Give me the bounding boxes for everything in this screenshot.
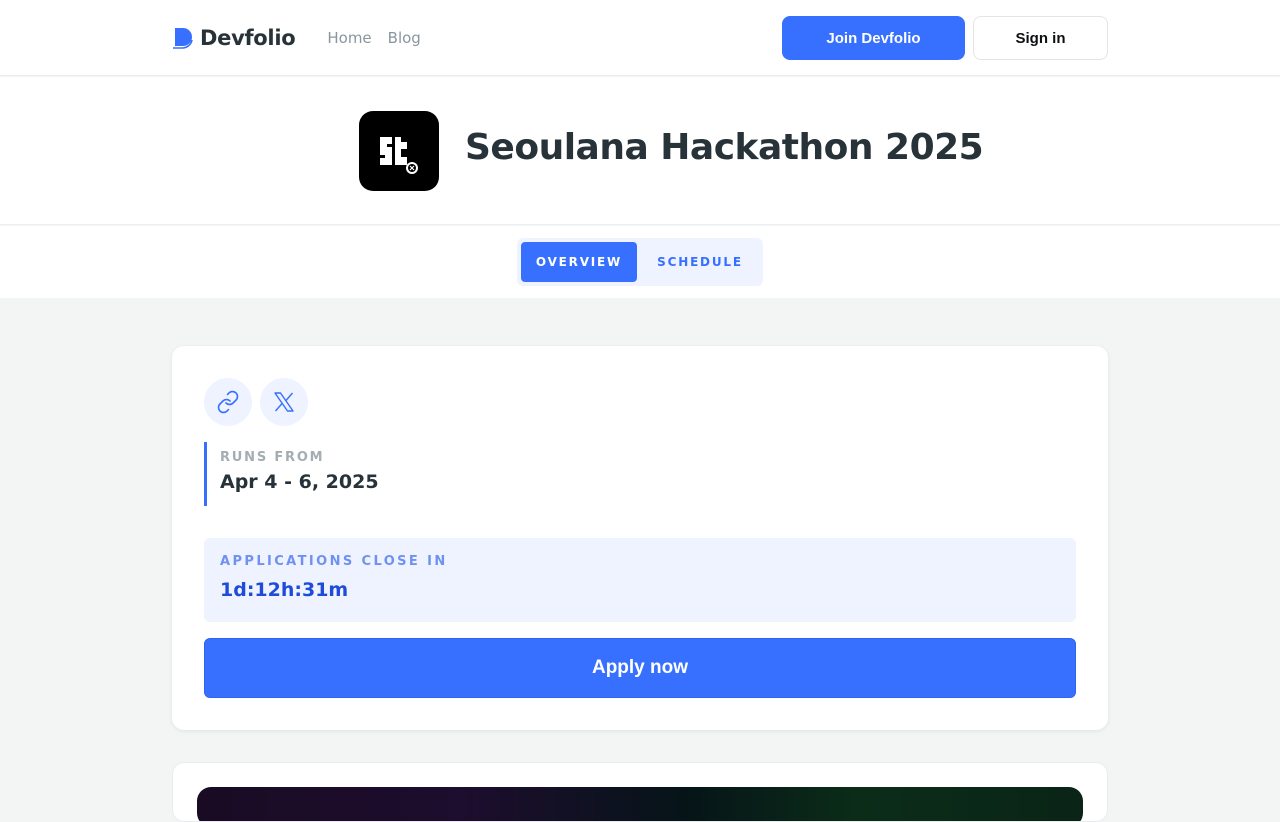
website-link-button[interactable] [204, 378, 252, 426]
hackathon-banner-card [172, 762, 1108, 822]
top-navigation-bar: Devfolio Home Blog Join Devfolio Sign in [0, 0, 1280, 76]
tab-schedule[interactable]: Schedule [641, 242, 759, 282]
x-twitter-icon [274, 392, 294, 412]
seoulana-logo-icon [380, 137, 418, 174]
link-icon [217, 390, 239, 414]
applications-countdown: Applications close in 1d:12h:31m [204, 538, 1076, 622]
hackathon-logo [359, 111, 439, 191]
apply-now-button[interactable]: Apply now [204, 638, 1076, 698]
runs-from-label: Runs from [220, 450, 325, 465]
nav-link-home[interactable]: Home [327, 29, 371, 47]
applications-close-label: Applications close in [220, 554, 448, 569]
x-twitter-link-button[interactable] [260, 378, 308, 426]
sign-in-button[interactable]: Sign in [973, 16, 1108, 60]
join-devfolio-button[interactable]: Join Devfolio [782, 16, 965, 60]
nav-link-blog[interactable]: Blog [388, 29, 421, 47]
top-navigation-inner: Devfolio Home Blog Join Devfolio Sign in [172, 0, 1108, 76]
social-links [204, 378, 308, 426]
hackathon-tabs: Overview Schedule [517, 238, 763, 286]
main-nav: Home Blog [327, 29, 420, 47]
hackathon-info-card: Runs from Apr 4 - 6, 2025 Applications c… [172, 346, 1108, 730]
runs-from-block: Runs from Apr 4 - 6, 2025 [204, 442, 604, 506]
hackathon-hero: Seoulana Hackathon 2025 [0, 77, 1280, 225]
hackathon-title: Seoulana Hackathon 2025 [465, 127, 984, 168]
brand-name: Devfolio [200, 26, 296, 50]
hackathon-banner-image [197, 787, 1083, 821]
devfolio-logo-icon [173, 28, 193, 49]
tab-overview[interactable]: Overview [521, 242, 637, 282]
header-actions: Join Devfolio Sign in [782, 16, 1108, 60]
runs-from-dates: Apr 4 - 6, 2025 [220, 471, 379, 493]
tabs-band: Overview Schedule [0, 226, 1280, 298]
brand-logo-link[interactable]: Devfolio [172, 26, 296, 50]
applications-countdown-value: 1d:12h:31m [220, 579, 349, 601]
